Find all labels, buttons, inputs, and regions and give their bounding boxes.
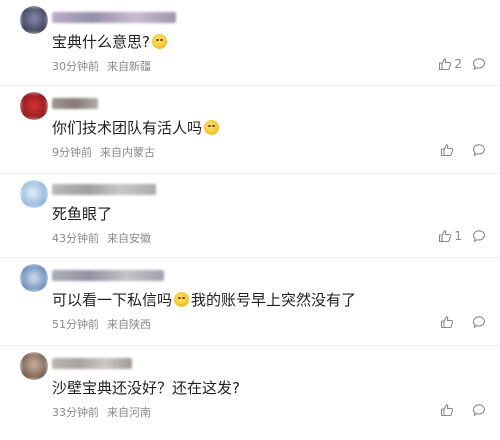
- comment-actions: [440, 143, 486, 157]
- comment-list: 宝典什么意思? 30分钟前 来自新疆 2 你们技术团队有活人吗 9分钟前 来自内…: [0, 0, 500, 440]
- like-button[interactable]: 2: [438, 57, 462, 71]
- comment-text-content: 沙壁宝典还没好？还在这发?: [52, 379, 240, 397]
- thumbs-up-icon: [440, 143, 454, 157]
- comment-bubble-icon: [472, 143, 486, 157]
- comment-text-content: 你们技术团队有活人吗: [52, 119, 203, 137]
- username[interactable]: [52, 184, 156, 195]
- reply-button[interactable]: [472, 229, 486, 243]
- like-count: 2: [454, 57, 462, 71]
- comment-time: 9分钟前: [52, 146, 92, 159]
- comment-text: 宝典什么意思?: [52, 32, 169, 52]
- comment-meta: 33分钟前 来自河南: [52, 404, 151, 420]
- reply-button[interactable]: [472, 57, 486, 71]
- comment-meta: 43分钟前 来自安徽: [52, 230, 151, 246]
- like-count: 1: [454, 229, 462, 243]
- comment-bubble-icon: [472, 229, 486, 243]
- like-button[interactable]: 1: [438, 229, 462, 243]
- comment-item: 沙壁宝典还没好？还在这发? 33分钟前 来自河南: [0, 346, 500, 440]
- comment-text: 死鱼眼了: [52, 204, 112, 224]
- comment-text: 可以看一下私信吗 我的账号早上突然没有了: [52, 290, 356, 310]
- comment-bubble-icon: [472, 315, 486, 329]
- comment-text-before: 可以看一下私信吗: [52, 291, 173, 309]
- comment-time: 43分钟前: [52, 232, 99, 245]
- thumbs-up-icon: [438, 57, 452, 71]
- comment-item: 可以看一下私信吗 我的账号早上突然没有了 51分钟前 来自陕西: [0, 258, 500, 346]
- avatar[interactable]: [20, 6, 48, 34]
- avatar[interactable]: [20, 352, 48, 380]
- comment-text: 沙壁宝典还没好？还在这发?: [52, 378, 240, 398]
- comment-meta: 30分钟前 来自新疆: [52, 58, 151, 74]
- comment-actions: [440, 315, 486, 329]
- comment-location: 来自河南: [107, 406, 151, 419]
- comment-time: 51分钟前: [52, 318, 99, 331]
- comment-text: 你们技术团队有活人吗: [52, 118, 221, 138]
- reply-button[interactable]: [472, 315, 486, 329]
- comment-meta: 51分钟前 来自陕西: [52, 316, 151, 332]
- reply-button[interactable]: [472, 143, 486, 157]
- thumbs-up-icon: [440, 315, 454, 329]
- thumbs-up-icon: [440, 403, 454, 417]
- thumbs-up-icon: [438, 229, 452, 243]
- comment-location: 来自内蒙古: [100, 146, 155, 159]
- comment-time: 33分钟前: [52, 406, 99, 419]
- avatar[interactable]: [20, 92, 48, 120]
- comment-bubble-icon: [472, 57, 486, 71]
- comment-location: 来自安徽: [107, 232, 151, 245]
- comment-text-content: 宝典什么意思?: [52, 33, 150, 51]
- comment-item: 宝典什么意思? 30分钟前 来自新疆 2: [0, 0, 500, 86]
- comment-time: 30分钟前: [52, 60, 99, 73]
- avatar[interactable]: [20, 180, 48, 208]
- comment-item: 死鱼眼了 43分钟前 来自安徽 1: [0, 174, 500, 258]
- comment-actions: 2: [438, 57, 486, 71]
- reply-button[interactable]: [472, 403, 486, 417]
- comment-text-after: 我的账号早上突然没有了: [191, 291, 357, 309]
- comment-location: 来自新疆: [107, 60, 151, 73]
- username[interactable]: [52, 12, 176, 23]
- like-button[interactable]: [440, 403, 462, 417]
- like-button[interactable]: [440, 143, 462, 157]
- comment-actions: [440, 403, 486, 417]
- comment-actions: 1: [438, 229, 486, 243]
- comment-text-content: 死鱼眼了: [52, 205, 113, 223]
- comment-bubble-icon: [472, 403, 486, 417]
- username[interactable]: [52, 358, 132, 369]
- smile-emoji-icon: [151, 34, 167, 49]
- username[interactable]: [52, 98, 98, 109]
- comment-meta: 9分钟前 来自内蒙古: [52, 144, 155, 160]
- like-button[interactable]: [440, 315, 462, 329]
- comment-item: 你们技术团队有活人吗 9分钟前 来自内蒙古: [0, 86, 500, 174]
- smirk-emoji-icon: [204, 120, 220, 135]
- cry-emoji-icon: [174, 292, 190, 307]
- comment-location: 来自陕西: [107, 318, 151, 331]
- username[interactable]: [52, 270, 164, 281]
- avatar[interactable]: [20, 264, 48, 292]
